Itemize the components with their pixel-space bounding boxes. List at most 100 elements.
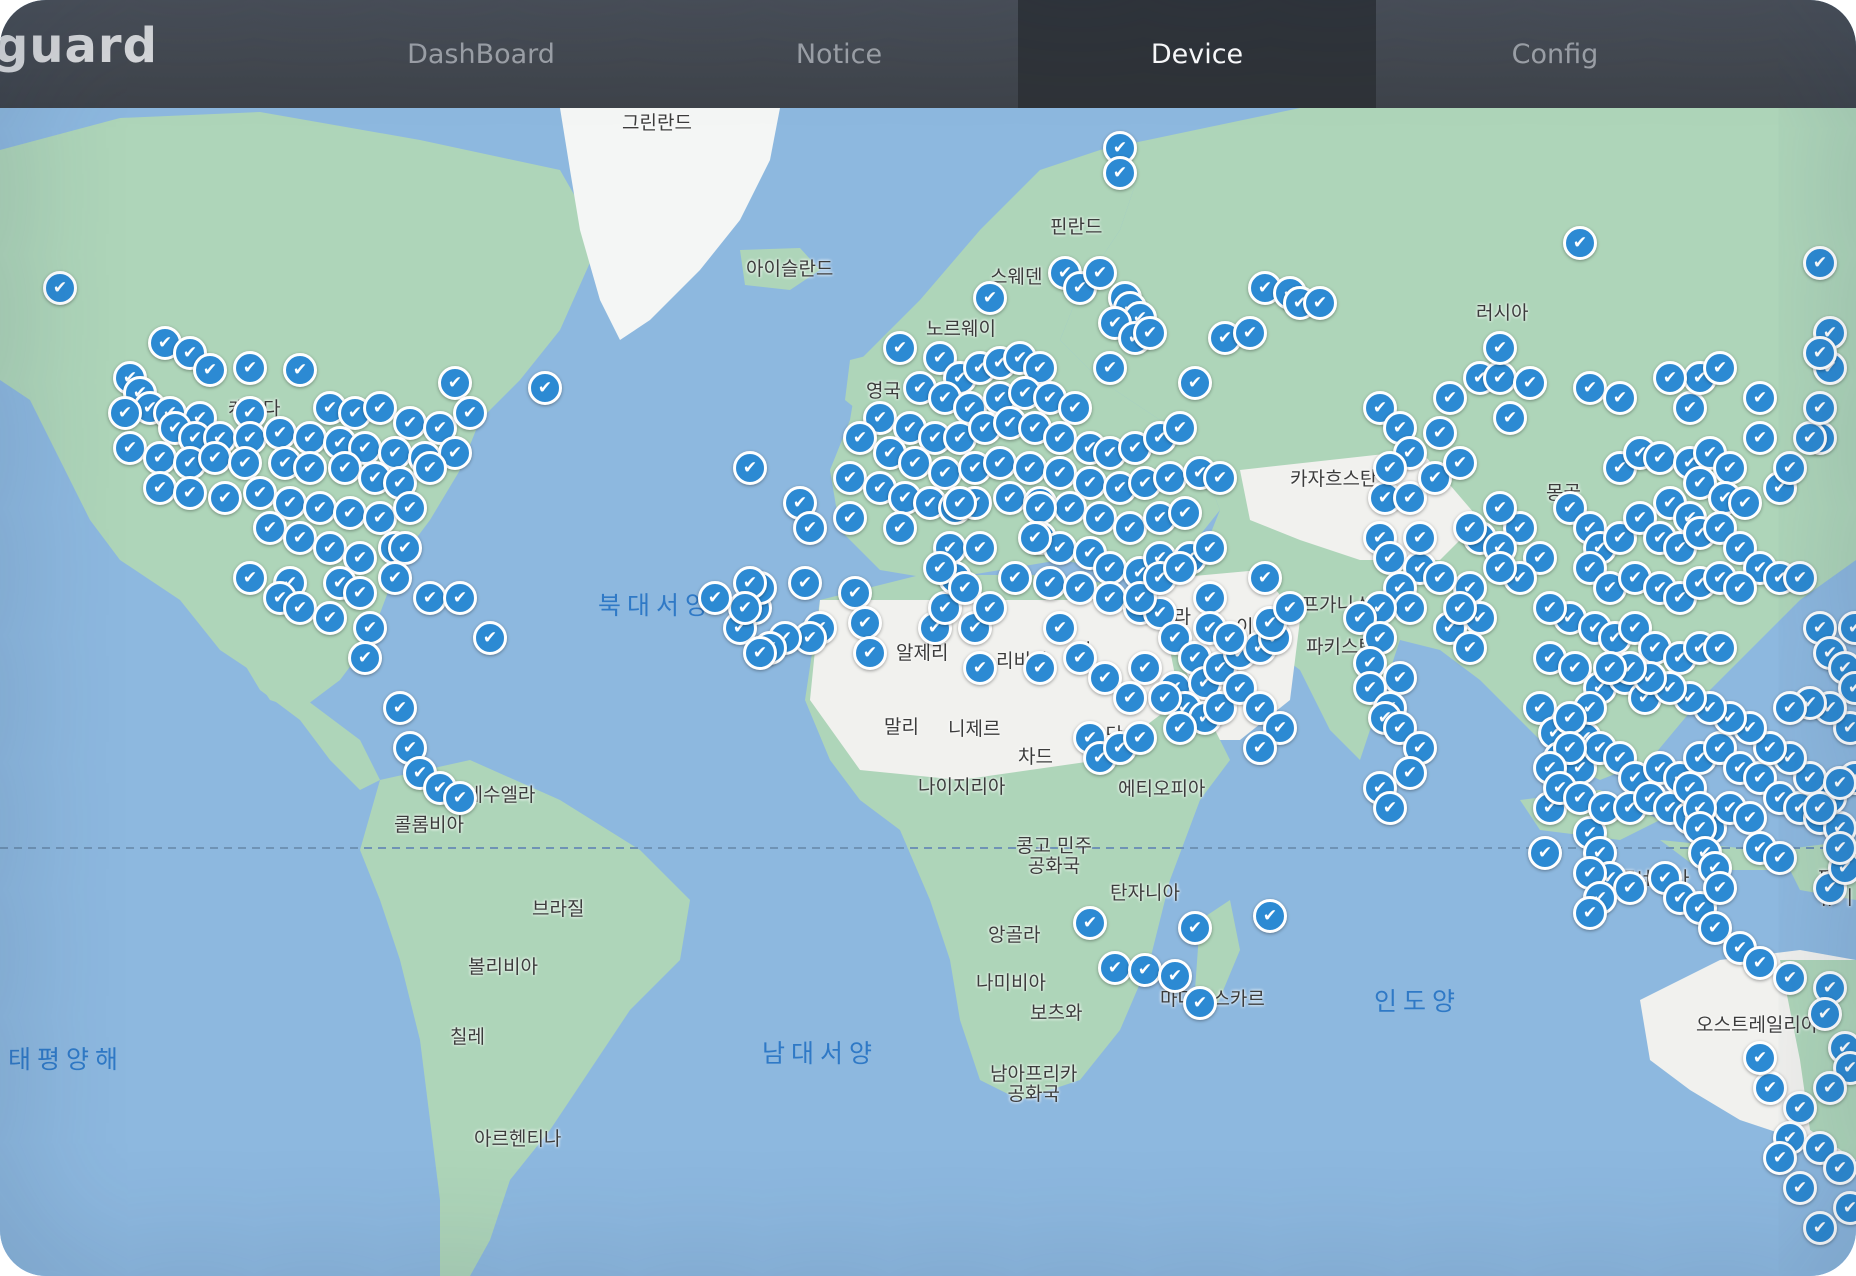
device-pin[interactable]: ✔ (1803, 391, 1837, 425)
device-pin[interactable]: ✔ (1743, 421, 1777, 455)
device-pin[interactable]: ✔ (388, 531, 422, 565)
device-pin[interactable]: ✔ (1723, 571, 1757, 605)
device-pin[interactable]: ✔ (898, 446, 932, 480)
device-pin[interactable]: ✔ (1093, 551, 1127, 585)
device-pin[interactable]: ✔ (208, 481, 242, 515)
device-pin[interactable]: ✔ (1193, 581, 1227, 615)
device-pin[interactable]: ✔ (1793, 421, 1827, 455)
device-pin[interactable]: ✔ (1158, 959, 1192, 993)
device-pin[interactable]: ✔ (1553, 701, 1587, 735)
tab-device[interactable]: Device (1018, 0, 1376, 108)
device-pin[interactable]: ✔ (43, 271, 77, 305)
device-pin[interactable]: ✔ (1603, 381, 1637, 415)
device-pin[interactable]: ✔ (1593, 651, 1627, 685)
device-pin[interactable]: ✔ (1803, 1211, 1837, 1245)
device-pin[interactable]: ✔ (1808, 997, 1842, 1031)
device-pin[interactable]: ✔ (1528, 836, 1562, 870)
device-pin[interactable]: ✔ (1823, 766, 1856, 800)
device-pin[interactable]: ✔ (1393, 756, 1427, 790)
device-pin[interactable]: ✔ (1053, 491, 1087, 525)
device-pin[interactable]: ✔ (383, 691, 417, 725)
device-pin[interactable]: ✔ (1128, 953, 1162, 987)
device-pin[interactable]: ✔ (1803, 336, 1837, 370)
device-pin[interactable]: ✔ (1303, 286, 1337, 320)
device-pin[interactable]: ✔ (378, 561, 412, 595)
device-pin[interactable]: ✔ (883, 331, 917, 365)
device-pin[interactable]: ✔ (853, 636, 887, 670)
device-pin[interactable]: ✔ (1233, 316, 1267, 350)
device-pin[interactable]: ✔ (1113, 511, 1147, 545)
device-pin[interactable]: ✔ (1093, 581, 1127, 615)
device-pin[interactable]: ✔ (438, 366, 472, 400)
device-pin[interactable]: ✔ (193, 353, 227, 387)
device-pin[interactable]: ✔ (1203, 461, 1237, 495)
device-pin[interactable]: ✔ (1733, 801, 1767, 835)
device-pin[interactable]: ✔ (453, 396, 487, 430)
device-pin[interactable]: ✔ (1433, 381, 1467, 415)
device-pin[interactable]: ✔ (1373, 791, 1407, 825)
device-pin[interactable]: ✔ (1783, 561, 1817, 595)
device-pin[interactable]: ✔ (833, 501, 867, 535)
device-pin[interactable]: ✔ (1163, 551, 1197, 585)
device-pin[interactable]: ✔ (1213, 621, 1247, 655)
device-pin[interactable]: ✔ (1643, 441, 1677, 475)
device-pin[interactable]: ✔ (1073, 906, 1107, 940)
device-pin[interactable]: ✔ (1703, 871, 1737, 905)
device-pin[interactable]: ✔ (943, 486, 977, 520)
device-pin[interactable]: ✔ (1453, 511, 1487, 545)
device-pin[interactable]: ✔ (973, 591, 1007, 625)
device-pin[interactable]: ✔ (1453, 631, 1487, 665)
device-pin[interactable]: ✔ (1483, 551, 1517, 585)
device-pin[interactable]: ✔ (998, 561, 1032, 595)
device-pin[interactable]: ✔ (143, 471, 177, 505)
device-pin[interactable]: ✔ (843, 421, 877, 455)
device-pin[interactable]: ✔ (1493, 401, 1527, 435)
device-pin[interactable]: ✔ (1728, 486, 1762, 520)
device-pin[interactable]: ✔ (283, 521, 317, 555)
device-pin[interactable]: ✔ (1563, 226, 1597, 260)
device-pin[interactable]: ✔ (793, 511, 827, 545)
device-pin[interactable]: ✔ (473, 621, 507, 655)
device-pin[interactable]: ✔ (393, 491, 427, 525)
device-pin[interactable]: ✔ (1178, 911, 1212, 945)
device-pin[interactable]: ✔ (1383, 661, 1417, 695)
device-pin[interactable]: ✔ (743, 636, 777, 670)
device-pin[interactable]: ✔ (1273, 591, 1307, 625)
device-pin[interactable]: ✔ (1163, 711, 1197, 745)
device-pin[interactable]: ✔ (1128, 651, 1162, 685)
device-pin[interactable]: ✔ (1743, 1041, 1777, 1075)
device-pin[interactable]: ✔ (1533, 591, 1567, 625)
device-pin[interactable]: ✔ (1163, 411, 1197, 445)
device-pin[interactable]: ✔ (1813, 1071, 1847, 1105)
device-pin[interactable]: ✔ (413, 451, 447, 485)
device-pin[interactable]: ✔ (833, 461, 867, 495)
device-pin[interactable]: ✔ (848, 606, 882, 640)
device-pin[interactable]: ✔ (228, 446, 262, 480)
device-pin[interactable]: ✔ (1773, 451, 1807, 485)
device-pin[interactable]: ✔ (983, 446, 1017, 480)
device-pin[interactable]: ✔ (838, 576, 872, 610)
device-pin[interactable]: ✔ (243, 476, 277, 510)
device-pin[interactable]: ✔ (973, 281, 1007, 315)
device-pin[interactable]: ✔ (1243, 731, 1277, 765)
device-pin[interactable]: ✔ (1018, 521, 1052, 555)
device-pin[interactable]: ✔ (1023, 651, 1057, 685)
device-pin[interactable]: ✔ (993, 481, 1027, 515)
device-pin[interactable]: ✔ (1483, 361, 1517, 395)
device-pin[interactable]: ✔ (293, 421, 327, 455)
device-pin[interactable]: ✔ (788, 566, 822, 600)
device-pin[interactable]: ✔ (1153, 461, 1187, 495)
device-pin[interactable]: ✔ (1043, 456, 1077, 490)
device-pin[interactable]: ✔ (1763, 841, 1797, 875)
device-pin[interactable]: ✔ (303, 491, 337, 525)
device-pin[interactable]: ✔ (333, 496, 367, 530)
tab-dashboard[interactable]: DashBoard (302, 0, 660, 108)
device-pin[interactable]: ✔ (1253, 899, 1287, 933)
device-pin[interactable]: ✔ (293, 451, 327, 485)
device-pin[interactable]: ✔ (328, 451, 362, 485)
device-pin[interactable]: ✔ (1783, 1171, 1817, 1205)
device-pin[interactable]: ✔ (1063, 571, 1097, 605)
device-pin[interactable]: ✔ (1083, 256, 1117, 290)
device-pin[interactable]: ✔ (1703, 351, 1737, 385)
device-pin[interactable]: ✔ (1823, 831, 1856, 865)
